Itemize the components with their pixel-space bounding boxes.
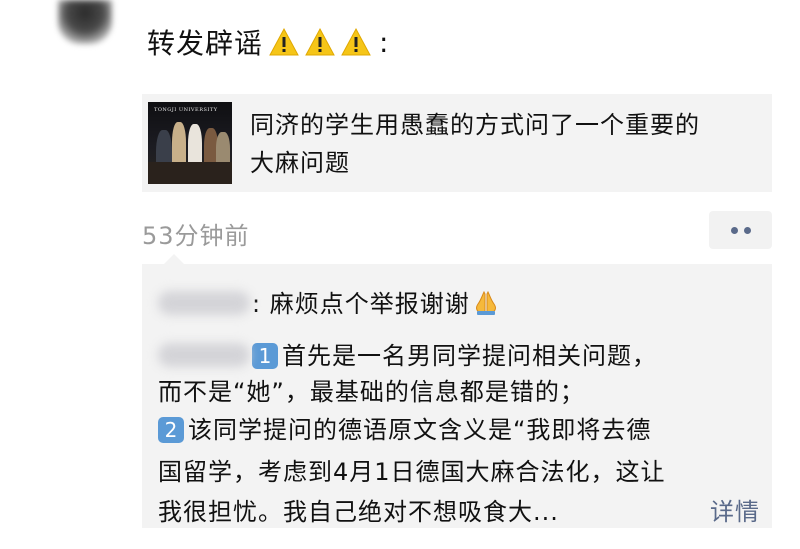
user-avatar[interactable] — [58, 0, 112, 44]
commenter-name-blurred — [158, 343, 250, 367]
dot-icon — [743, 226, 751, 234]
comment-item[interactable]: 1 首先是一名男同学提问相关问题， — [158, 336, 657, 371]
warning-icon — [305, 27, 335, 56]
comments-panel: : 麻烦点个举报谢谢 1 首先是一名男同学提问相关问题， 而不是“她”，最基础的信… — [142, 254, 772, 528]
link-title-line: 大麻问题 — [250, 149, 350, 177]
warning-icon — [341, 27, 371, 56]
post-title-colon: : — [379, 25, 390, 59]
post-title-text: 转发辟谣 — [147, 27, 264, 60]
link-thumbnail: TONGJI UNIVERSITY — [148, 102, 232, 184]
post-timestamp: 53分钟前 — [142, 222, 250, 250]
link-title-line: 同济的学生用愚蠢的方式问了一个重要的 — [250, 111, 700, 139]
thumbnail-caption: TONGJI UNIVERSITY — [154, 107, 218, 113]
comment-text: : 麻烦点个举报谢谢 — [252, 290, 470, 318]
dot-icon — [730, 226, 738, 234]
comment-text: 而不是“她”，最基础的信息都是错的； — [158, 378, 585, 406]
commenter-name-blurred — [158, 291, 250, 315]
comment-text: 我很担忧。我自己绝对不想吸食大... — [158, 498, 559, 526]
comment-item[interactable]: : 麻烦点个举报谢谢 — [158, 284, 500, 319]
post-title-row: 转发辟谣 : — [147, 22, 389, 62]
folded-hands-icon — [475, 290, 496, 315]
details-link[interactable]: 详情 — [710, 492, 760, 527]
comment-text: 该同学提问的德语原文含义是“我即将去德 — [188, 416, 652, 444]
keycap-number-icon: 2 — [158, 417, 184, 443]
comment-text: 首先是一名男同学提问相关问题， — [282, 342, 657, 370]
shared-link-card[interactable]: TONGJI UNIVERSITY 同济的学生用愚蠢的方式问了一个重要的 大麻问… — [142, 94, 772, 192]
warning-icon — [269, 27, 299, 56]
comment-text: 国留学，考虑到4月1日德国大麻合法化，这让 — [158, 458, 666, 486]
more-options-button[interactable] — [709, 211, 772, 249]
link-title: 同济的学生用愚蠢的方式问了一个重要的 大麻问题 — [250, 106, 750, 182]
comment-line: 2 该同学提问的德语原文含义是“我即将去德 — [158, 410, 651, 445]
keycap-number-icon: 1 — [252, 343, 278, 369]
